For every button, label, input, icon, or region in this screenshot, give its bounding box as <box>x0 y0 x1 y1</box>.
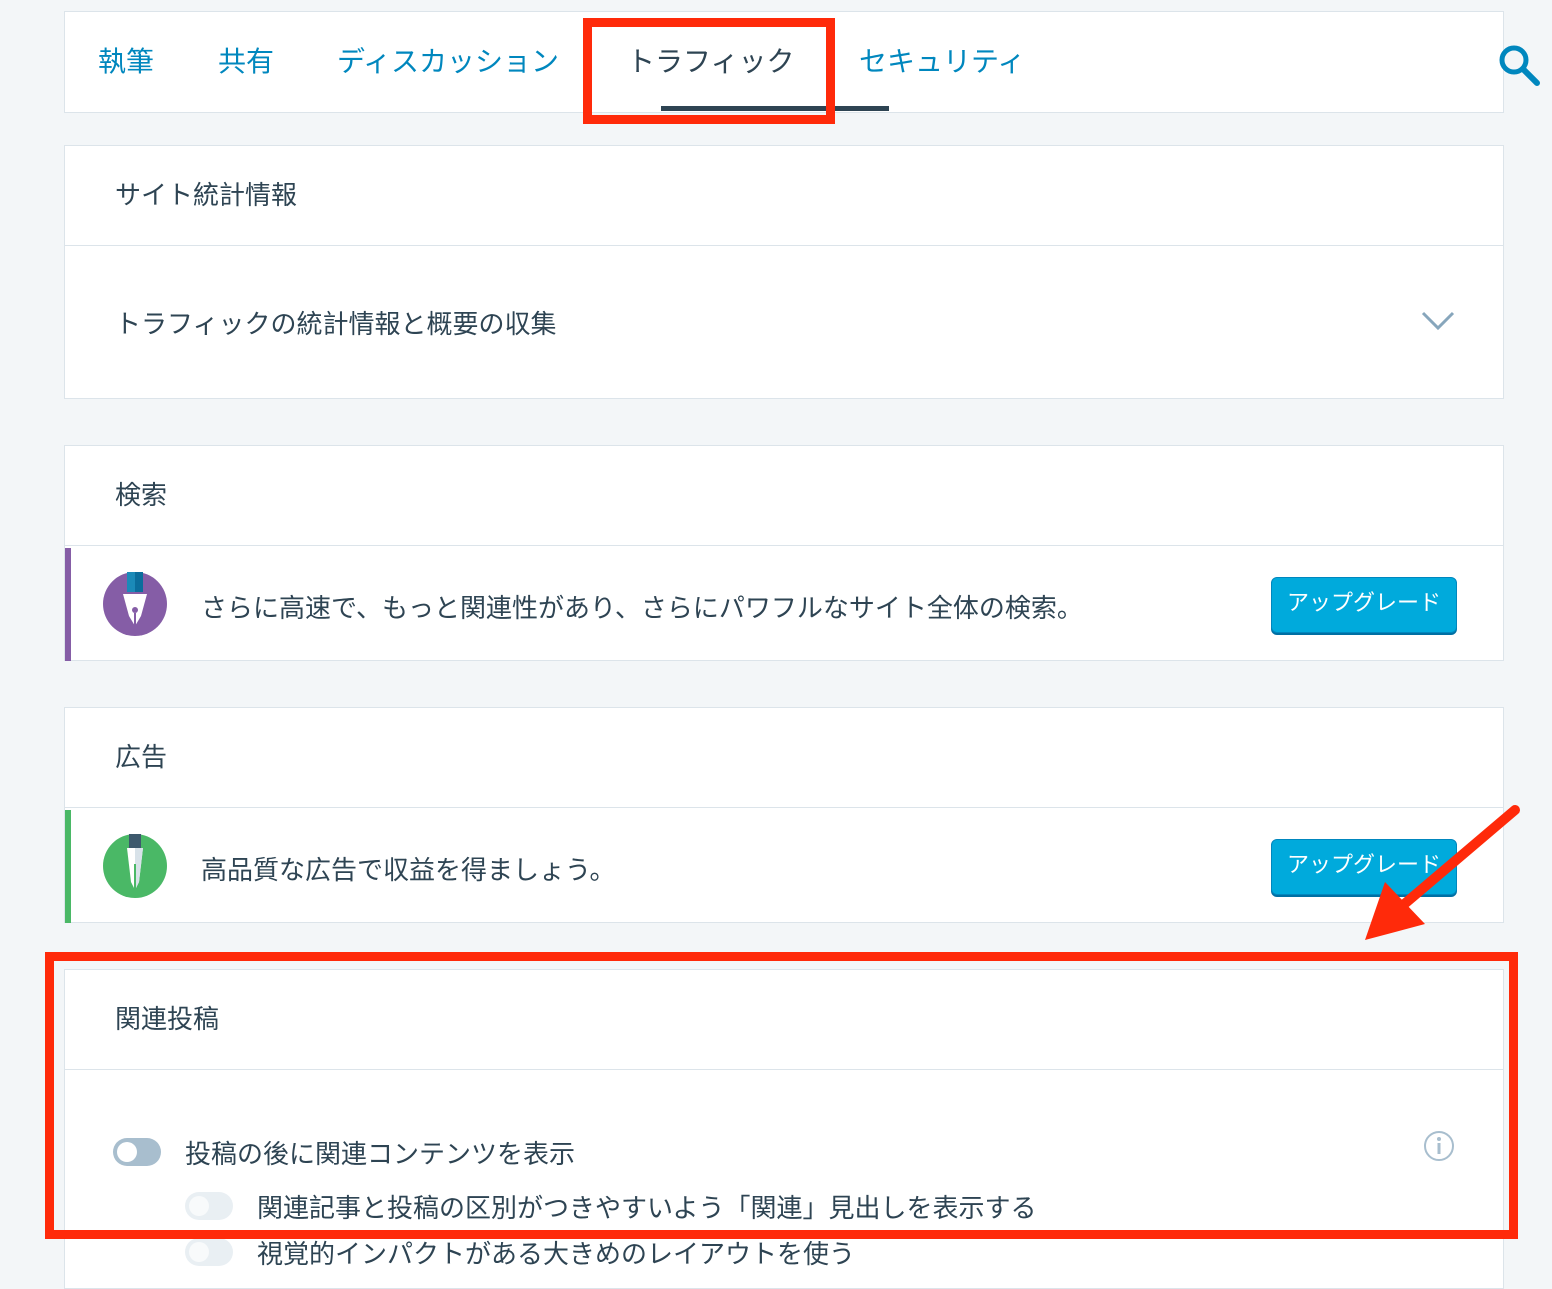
arrow-annotation-icon <box>1365 805 1520 940</box>
ads-header: 広告 <box>65 708 1503 808</box>
tab-security[interactable]: セキュリティ <box>859 12 1025 112</box>
search-accent-bar <box>65 548 71 661</box>
toggle-knob <box>189 1242 209 1262</box>
traffic-tab-highlight <box>583 18 835 124</box>
ads-card: 広告 高品質な広告で収益を得ましょう。 アップグレード <box>64 707 1504 923</box>
ads-title: 広告 <box>115 743 168 773</box>
fountain-pen-icon <box>103 572 167 636</box>
tab-sharing[interactable]: 共有 <box>218 12 274 112</box>
pen-icon <box>103 834 167 898</box>
ads-description: 高品質な広告で収益を得ましょう。 <box>201 856 616 886</box>
site-stats-header: サイト統計情報 <box>65 146 1503 246</box>
search-header: 検索 <box>65 446 1503 546</box>
site-stats-card: サイト統計情報 トラフィックの統計情報と概要の収集 <box>64 145 1504 399</box>
chevron-down-icon[interactable] <box>1421 310 1455 332</box>
ads-accent-bar <box>65 810 71 923</box>
tab-writing[interactable]: 執筆 <box>98 12 154 112</box>
large-layout-label: 視覚的インパクトがある大きめのレイアウトを使う <box>257 1240 856 1270</box>
search-description: さらに高速で、もっと関連性があり、さらにパワフルなサイト全体の検索。 <box>201 594 1083 624</box>
search-icon[interactable] <box>1497 43 1541 87</box>
site-stats-title: サイト統計情報 <box>115 181 298 211</box>
search-title: 検索 <box>115 481 168 511</box>
large-layout-toggle[interactable] <box>185 1238 233 1266</box>
traffic-stats-label[interactable]: トラフィックの統計情報と概要の収集 <box>115 304 556 341</box>
search-card: 検索 さらに高速で、もっと関連性があり、さらにパワフルなサイト全体の検索。 アッ… <box>64 445 1504 661</box>
tab-discussion[interactable]: ディスカッション <box>337 12 559 112</box>
related-posts-highlight <box>45 952 1518 1239</box>
search-upgrade-button[interactable]: アップグレード <box>1271 577 1457 633</box>
